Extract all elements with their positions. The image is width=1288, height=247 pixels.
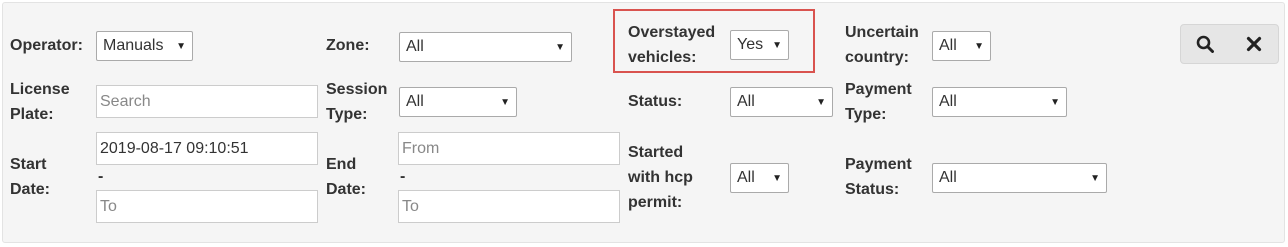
search-button[interactable] [1181,25,1230,63]
caret-down-icon: ▼ [974,40,984,52]
caret-down-icon: ▼ [555,41,565,53]
caret-down-icon: ▼ [1090,172,1100,184]
clear-button[interactable] [1230,25,1279,63]
operator-select[interactable]: Manuals ▼ [96,31,193,61]
session-type-value: All [406,93,424,110]
overstayed-label: Overstayed vehicles: [628,24,716,66]
caret-down-icon: ▼ [772,39,782,51]
zone-label: Zone: [326,37,370,54]
caret-down-icon: ▼ [1050,96,1060,108]
zone-select[interactable]: All ▼ [399,32,572,62]
uncertain-country-select[interactable]: All ▼ [932,31,991,61]
payment-type-value: All [939,93,957,110]
start-date-label: Start Date: [10,156,51,198]
overstayed-select[interactable]: Yes ▼ [730,30,789,60]
operator-value: Manuals [103,37,164,54]
status-select[interactable]: All ▼ [730,87,833,117]
payment-type-select[interactable]: All ▼ [932,87,1067,117]
start-date-from-input[interactable] [96,132,318,165]
payment-type-label: Payment Type: [845,81,912,123]
caret-down-icon: ▼ [500,96,510,108]
close-icon [1246,36,1261,52]
search-icon [1196,35,1215,53]
start-date-to-input[interactable] [96,190,318,223]
status-label: Status: [628,93,683,110]
payment-status-label: Payment Status: [845,156,912,198]
status-value: All [737,93,755,110]
started-hcp-label: Started with hcp permit: [628,144,693,211]
license-plate-label: License Plate: [10,81,70,123]
end-date-to-input[interactable] [398,190,620,223]
started-hcp-select[interactable]: All ▼ [730,163,789,193]
end-date-label: End Date: [326,156,367,198]
payment-status-value: All [939,169,957,186]
end-date-separator: - [400,168,406,185]
zone-value: All [406,38,424,55]
operator-label: Operator: [10,37,83,54]
action-buttons [1180,24,1279,64]
caret-down-icon: ▼ [176,40,186,52]
caret-down-icon: ▼ [772,172,782,184]
started-hcp-value: All [737,169,755,186]
session-type-label: Session Type: [326,81,388,123]
session-type-select[interactable]: All ▼ [399,87,517,117]
overstayed-value: Yes [737,36,764,53]
start-date-separator: - [98,168,104,185]
caret-down-icon: ▼ [816,96,826,108]
license-plate-input[interactable] [96,85,318,118]
uncertain-country-value: All [939,37,957,54]
end-date-from-input[interactable] [398,132,620,165]
payment-status-select[interactable]: All ▼ [932,163,1107,193]
uncertain-country-label: Uncertain country: [845,24,919,66]
